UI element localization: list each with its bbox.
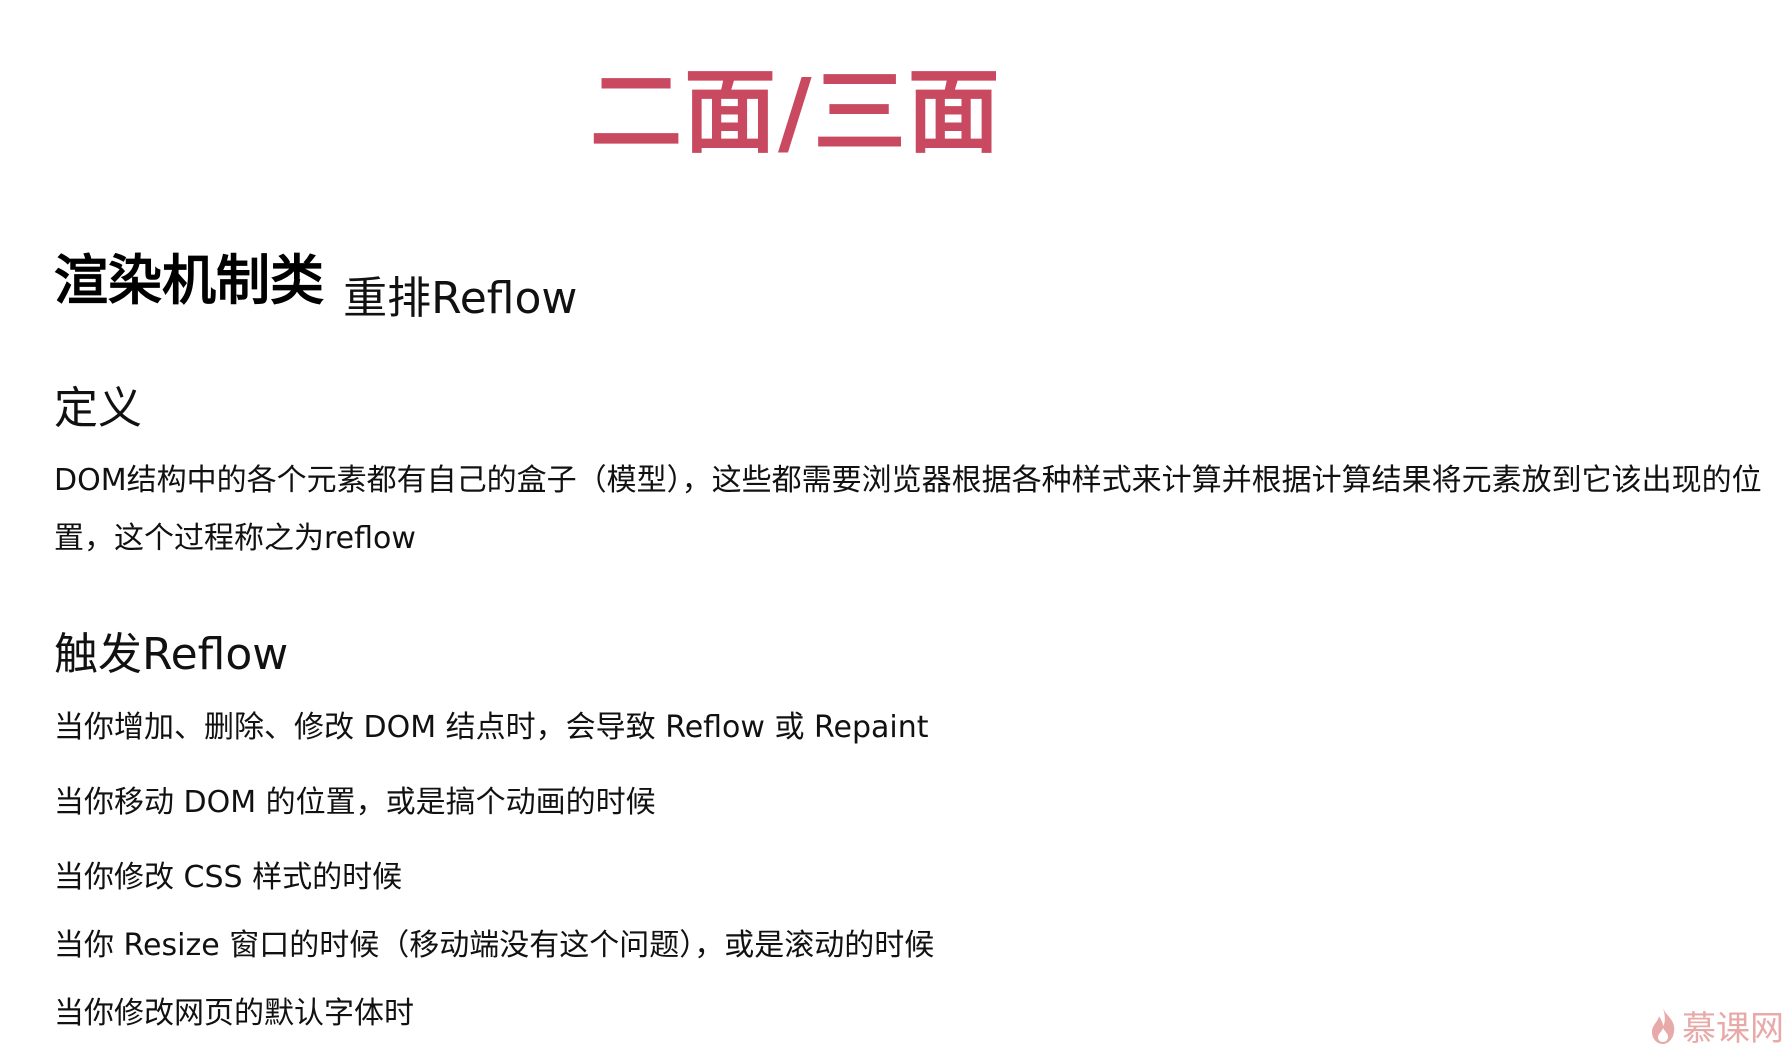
trigger-item: 当你修改网页的默认字体时 <box>54 996 414 1031</box>
slide-title: 二面/三面 <box>590 59 1002 166</box>
definition-heading: 定义 <box>54 383 142 434</box>
trigger-item: 当你 Resize 窗口的时候（移动端没有这个问题），或是滚动的时候 <box>54 928 935 963</box>
triggers-heading: 触发Reflow <box>54 629 289 680</box>
section-title: 渲染机制类 <box>54 249 324 312</box>
trigger-item: 当你移动 DOM 的位置，或是搞个动画的时候 <box>54 785 656 820</box>
watermark-text: 慕课网 <box>1682 1009 1784 1049</box>
watermark-logo: 慕课网 <box>1648 1001 1784 1050</box>
definition-text: DOM结构中的各个元素都有自己的盒子（模型），这些都需要浏览器根据各种样式来计算… <box>54 463 1762 556</box>
section-header: 渲染机制类 重排Reflow <box>54 236 577 324</box>
flame-icon <box>1648 1006 1678 1046</box>
trigger-item: 当你修改 CSS 样式的时候 <box>54 860 403 895</box>
section-subtitle: 重排Reflow <box>343 273 578 324</box>
trigger-item: 当你增加、删除、修改 DOM 结点时，会导致 Reflow 或 Repaint <box>54 710 929 745</box>
slide: 二面/三面 渲染机制类 重排Reflow 定义 DOM结构中的各个元素都有自己的… <box>0 0 1792 1056</box>
